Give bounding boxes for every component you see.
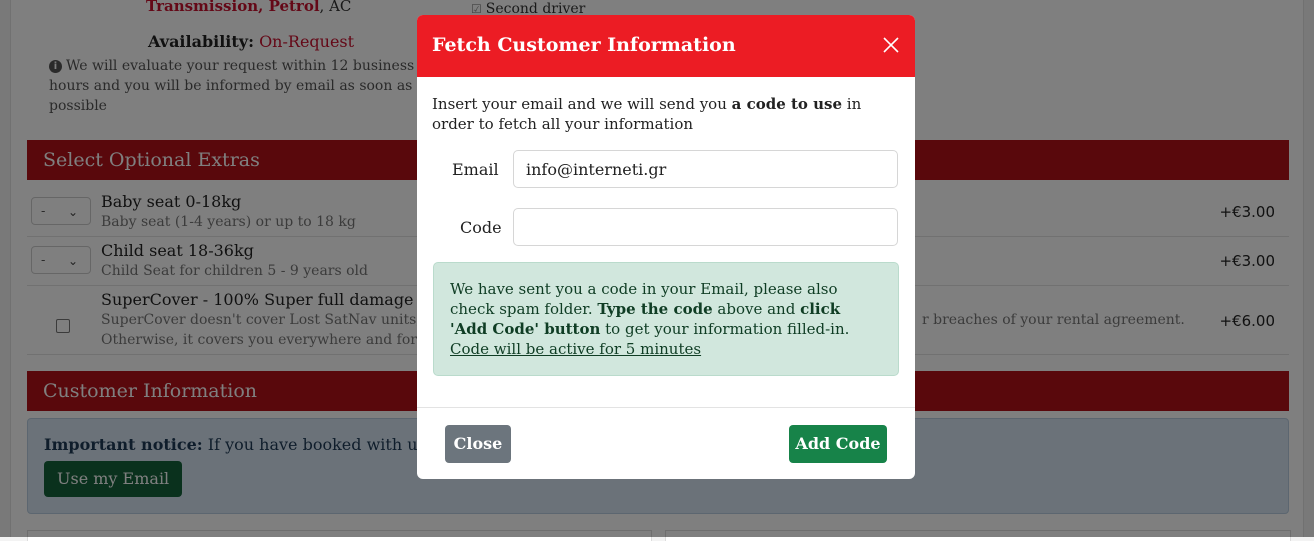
email-field[interactable] (513, 150, 898, 188)
code-label: Code (460, 218, 502, 237)
modal-header: Fetch Customer Information (417, 15, 915, 77)
fetch-customer-modal: Fetch Customer Information Insert your e… (417, 15, 915, 479)
modal-intro-text: Insert your email and we will send you a… (432, 95, 862, 133)
code-sent-alert: We have sent you a code in your Email, p… (433, 262, 899, 376)
email-label: Email (452, 160, 499, 179)
close-button[interactable]: Close (445, 425, 511, 463)
modal-title: Fetch Customer Information (432, 34, 736, 56)
code-field[interactable] (513, 208, 898, 246)
add-code-button[interactable]: Add Code (789, 425, 887, 463)
close-icon[interactable] (880, 34, 902, 56)
modal-footer-divider (417, 407, 915, 408)
